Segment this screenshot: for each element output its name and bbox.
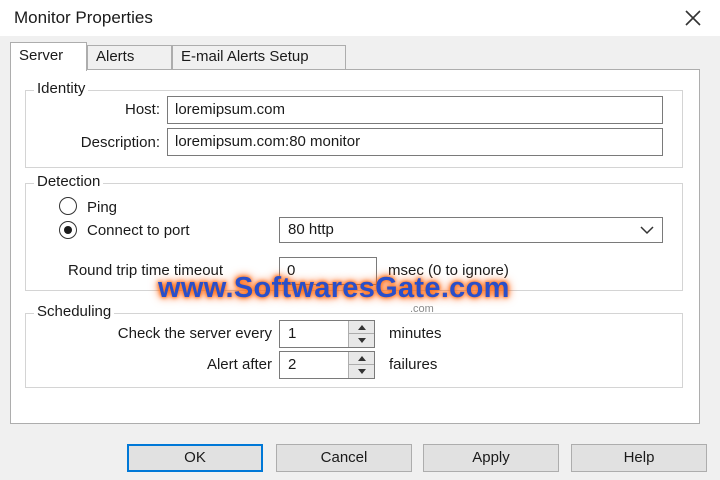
watermark-sub: .com [410,303,434,315]
check-unit-label: minutes [389,325,442,342]
alert-after-up-button[interactable] [349,352,374,365]
ok-button[interactable]: OK [127,444,263,472]
title-bar: Monitor Properties [0,0,720,36]
detection-group-title: Detection [34,173,104,190]
spin-down-icon [357,369,366,374]
alert-after-down-button[interactable] [349,365,374,378]
spin-up-icon [357,324,366,330]
cancel-button[interactable]: Cancel [276,444,412,472]
tab-email-alerts-setup[interactable]: E-mail Alerts Setup [172,45,346,70]
check-interval-down-button[interactable] [349,334,374,347]
alert-after-spinner[interactable]: 2 [279,351,375,379]
port-select[interactable]: 80 http [279,217,663,243]
spin-down-icon [357,338,366,343]
ping-radio[interactable] [59,197,77,215]
description-input[interactable]: loremipsum.com:80 monitor [167,128,663,156]
spin-up-icon [357,355,366,361]
host-label: Host: [124,101,160,118]
connect-to-port-label: Connect to port [87,222,190,239]
check-interval-spinner[interactable]: 1 [279,320,375,348]
alert-after-label: Alert after [206,356,272,373]
check-interval-up-button[interactable] [349,321,374,334]
check-interval-spin-buttons [348,321,374,347]
close-button[interactable] [680,5,706,31]
check-interval-value: 1 [288,325,297,342]
check-every-label: Check the server every [117,325,272,342]
port-select-value: 80 http [288,221,334,238]
ping-label: Ping [87,199,118,216]
description-label: Description: [80,134,160,151]
apply-button[interactable]: Apply [423,444,559,472]
close-icon [685,10,701,26]
help-button[interactable]: Help [571,444,707,472]
tab-server[interactable]: Server [10,42,87,71]
window-title: Monitor Properties [14,8,153,27]
alert-after-value: 2 [288,356,297,373]
tab-alerts[interactable]: Alerts [87,45,172,70]
alert-after-spin-buttons [348,352,374,378]
watermark: www.SoftwaresGate.com [158,272,510,304]
chevron-down-icon [640,226,654,235]
host-input[interactable]: loremipsum.com [167,96,663,124]
alert-unit-label: failures [389,356,438,373]
identity-group-title: Identity [34,80,89,97]
connect-to-port-radio[interactable] [59,221,77,239]
scheduling-group-title: Scheduling [34,303,115,320]
